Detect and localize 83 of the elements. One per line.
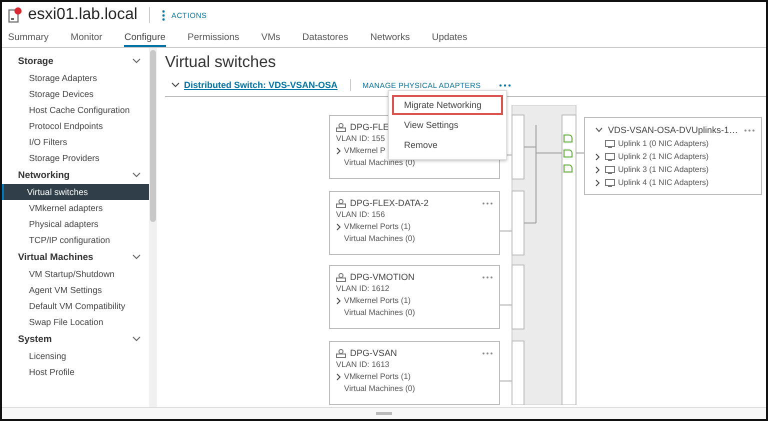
chevron-icon[interactable] (595, 152, 600, 160)
more-icon[interactable] (482, 276, 493, 278)
port-group-name: DPG-VMOTION (350, 272, 414, 282)
chevron-icon[interactable] (132, 254, 141, 260)
sidebar-item[interactable]: Agent VM Settings (2, 282, 149, 298)
uplink-icon (605, 152, 615, 160)
more-icon[interactable] (482, 202, 493, 204)
port-group-name: DPG-FLE (350, 122, 390, 132)
virtual-machines: Virtual Machines (0) (343, 233, 416, 245)
sidebar-group-label: Storage (18, 56, 54, 66)
sidebar-item[interactable]: Swap File Location (2, 314, 149, 330)
sidebar-item[interactable]: Virtual switches (2, 184, 149, 200)
vlan-id: VLAN ID: 1612 (336, 283, 390, 295)
uplink-label[interactable]: Uplink 4 (1 NIC Adapters) (618, 178, 709, 187)
tab[interactable]: Monitor (70, 28, 102, 47)
page-title: Virtual switches (165, 53, 277, 73)
more-icon[interactable] (482, 352, 493, 354)
chevron-icon[interactable] (336, 297, 341, 305)
chevron-icon[interactable] (171, 82, 180, 88)
sidebar-item[interactable]: Licensing (2, 348, 149, 364)
more-icon[interactable] (744, 128, 755, 132)
sidebar-item[interactable]: Host Cache Configuration (2, 102, 149, 118)
vmkernel-ports[interactable]: VMkernel Ports (1) (344, 371, 411, 383)
sidebar-item[interactable]: I/O Filters (2, 134, 149, 150)
tab[interactable]: Permissions (188, 28, 240, 47)
vertical-scrollbar[interactable] (149, 48, 157, 407)
tab[interactable]: Updates (432, 28, 468, 47)
virtual-machines: Virtual Machines (0) (343, 307, 416, 319)
chevron-icon[interactable] (595, 127, 603, 133)
sidebar-item[interactable]: Storage Devices (2, 86, 149, 102)
sidebar-item[interactable]: Default VM Compatibility (2, 298, 149, 314)
sidebar-item[interactable]: Physical adapters (2, 216, 149, 232)
port-group-icon (336, 272, 346, 282)
sidebar-group-label: Networking (18, 170, 70, 180)
sidebar-item[interactable]: Host Profile (2, 364, 149, 380)
port-group-name: DPG-FLEX-DATA-2 (350, 198, 429, 208)
chevron-icon[interactable] (132, 336, 141, 342)
tab[interactable]: Summary (8, 28, 49, 47)
sidebar-item[interactable]: VM Startup/Shutdown (2, 266, 149, 282)
tab[interactable]: Networks (370, 28, 410, 47)
chevron-icon[interactable] (132, 172, 141, 178)
chevron-icon[interactable] (595, 166, 600, 174)
vmkernel-ports[interactable]: VMkernel Ports (1) (344, 221, 411, 233)
uplinks-name: VDS-VSAN-OSA-DVUplinks-1… (608, 125, 738, 135)
port-group-icon (336, 348, 346, 358)
uplink-label[interactable]: Uplink 3 (1 NIC Adapters) (618, 165, 709, 174)
tab[interactable]: Configure (124, 28, 166, 47)
horizontal-scrollbar[interactable] (2, 407, 766, 419)
sidebar-item[interactable]: Storage Providers (2, 150, 149, 166)
vlan-id: VLAN ID: 1613 (336, 359, 390, 371)
uplink-icon (605, 140, 615, 148)
host-icon (8, 7, 22, 23)
sidebar-group-label: Virtual Machines (18, 252, 94, 262)
virtual-machines: Virtual Machines (0) (343, 383, 416, 395)
sidebar-item[interactable]: TCP/IP configuration (2, 232, 149, 248)
uplink-label[interactable]: Uplink 1 (0 NIC Adapters) (618, 139, 709, 148)
chevron-icon[interactable] (132, 58, 141, 64)
chevron-icon[interactable] (336, 223, 341, 231)
kebab-icon (162, 10, 166, 20)
chevron-icon[interactable] (336, 147, 341, 155)
sidebar-group-label: System (18, 334, 52, 344)
tab[interactable]: VMs (261, 28, 280, 47)
vmkernel-ports[interactable]: VMkernel P (344, 145, 386, 157)
menu-item[interactable]: Migrate Networking (392, 95, 503, 115)
menu-item[interactable]: Remove (392, 135, 503, 155)
port-group-icon (336, 198, 346, 208)
chevron-icon[interactable] (336, 373, 341, 381)
uplink-icon (605, 178, 615, 186)
sidebar-item[interactable]: Storage Adapters (2, 70, 149, 86)
vlan-id: VLAN ID: 156 (336, 209, 386, 221)
menu-item[interactable]: View Settings (392, 115, 503, 135)
host-title: esxi01.lab.local (28, 6, 138, 24)
sidebar-item[interactable]: Protocol Endpoints (2, 118, 149, 134)
port-group-name: DPG-VSAN (350, 348, 398, 358)
sidebar-item[interactable]: VMkernel adapters (2, 200, 149, 216)
switch-link[interactable]: Distributed Switch: VDS-VSAN-OSA (184, 80, 338, 90)
vmkernel-ports[interactable]: VMkernel Ports (1) (344, 295, 411, 307)
uplink-label[interactable]: Uplink 2 (1 NIC Adapters) (618, 152, 709, 161)
port-group-icon (336, 122, 346, 132)
chevron-icon[interactable] (595, 178, 600, 186)
uplink-icon (605, 166, 615, 174)
tab[interactable]: Datastores (302, 28, 348, 47)
more-icon[interactable] (498, 84, 511, 86)
